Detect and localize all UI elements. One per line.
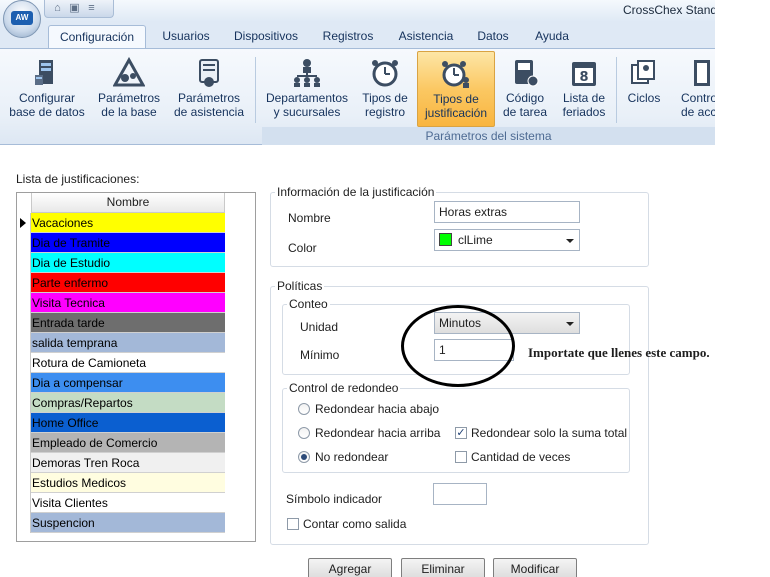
attendance-parameters-button[interactable]: Parámetros de asistencia	[170, 51, 248, 127]
minimum-label: Mínimo	[300, 348, 340, 362]
list-item[interactable]: Vacaciones	[31, 213, 225, 233]
times-checkbox[interactable]	[455, 451, 467, 463]
configure-database-button[interactable]: Configurar base de datos	[6, 51, 88, 127]
tab-configuracion[interactable]: Configuración	[48, 25, 146, 48]
no-round-label[interactable]: No redondear	[315, 450, 388, 464]
row-indicator-gutter	[17, 213, 31, 533]
ribbon-tabs: Configuración Usuarios Dispositivos Regi…	[0, 22, 715, 48]
list-item[interactable]: Visita Tecnica	[31, 293, 225, 313]
count-as-exit-checkbox[interactable]	[287, 518, 299, 530]
sum-only-label[interactable]: Redondear solo la suma total	[471, 426, 627, 440]
scroll-gear-icon	[193, 57, 225, 89]
color-swatch	[439, 233, 452, 246]
color-select-value: clLime	[458, 233, 493, 247]
calendar-8-icon: 8	[568, 57, 600, 89]
color-select[interactable]: clLime	[434, 229, 580, 251]
door-icon	[686, 57, 715, 89]
justification-info-group: Información de la justificación	[270, 185, 649, 267]
name-label: Nombre	[288, 211, 331, 225]
round-down-radio[interactable]	[298, 403, 310, 415]
list-item[interactable]: Dia a compensar	[31, 373, 225, 393]
justification-types-button[interactable]: Tipos de justificación	[417, 51, 495, 127]
ribbon-separator	[616, 57, 617, 123]
list-item[interactable]: Visita Clientes	[31, 493, 225, 513]
add-button[interactable]: Agregar	[308, 558, 392, 577]
home-icon[interactable]: ⌂	[51, 2, 64, 14]
list-item[interactable]: Rotura de Camioneta	[31, 353, 225, 373]
list-item[interactable]: Home Office	[31, 413, 225, 433]
departments-branches-button[interactable]: Departamentos y sucursales	[262, 51, 352, 127]
color-label: Color	[288, 241, 317, 255]
policies-legend: Políticas	[277, 279, 323, 293]
no-round-radio[interactable]	[298, 451, 310, 463]
dropdown-icon[interactable]: ≡	[85, 2, 98, 14]
svg-text:8: 8	[579, 70, 588, 85]
rounding-legend: Control de redondeo	[289, 381, 399, 395]
list-item[interactable]: Dia de Tramite	[31, 233, 225, 253]
round-up-radio[interactable]	[298, 427, 310, 439]
list-item[interactable]: Demoras Tren Roca	[31, 453, 225, 473]
tab-registros[interactable]: Registros	[316, 25, 380, 48]
triangle-gears-icon	[112, 56, 146, 89]
tab-usuarios[interactable]: Usuarios	[154, 25, 218, 48]
ribbon: Configurar base de datos Parámetros de l…	[0, 48, 715, 145]
name-input[interactable]: Horas extras	[434, 201, 580, 223]
org-chart-icon	[291, 57, 323, 89]
count-legend: Conteo	[289, 297, 328, 311]
alarm-clock-icon	[369, 57, 401, 89]
modify-button[interactable]: Modificar	[493, 558, 577, 577]
app-logo: AW	[11, 11, 33, 25]
symbol-label: Símbolo indicador	[286, 492, 383, 506]
list-item[interactable]: Estudios Medicos	[31, 473, 225, 493]
round-down-label[interactable]: Redondear hacia abajo	[315, 402, 439, 416]
justification-grid[interactable]: Nombre Vacaciones Dia de Tramite Dia de Es…	[16, 192, 256, 542]
record-types-button[interactable]: Tipos de registro	[356, 51, 414, 127]
task-code-icon	[509, 57, 541, 89]
cycles-icon	[628, 57, 660, 89]
tab-ayuda[interactable]: Ayuda	[526, 25, 578, 48]
database-server-icon	[31, 57, 63, 89]
task-code-button[interactable]: Código de tarea	[499, 51, 551, 127]
symbol-input[interactable]	[433, 483, 487, 505]
current-row-indicator-icon	[20, 218, 26, 228]
app-menu-orb[interactable]: AW	[3, 0, 41, 38]
justification-list-caption: Lista de justificaciones:	[16, 172, 140, 186]
list-item[interactable]: Empleado de Comercio	[31, 433, 225, 453]
list-item[interactable]: Parte enfermo	[31, 273, 225, 293]
quick-access-toolbar: ⌂ ▣ ≡	[44, 0, 114, 18]
chevron-down-icon	[566, 322, 574, 326]
sum-only-checkbox[interactable]: ✓	[455, 427, 467, 439]
unit-label: Unidad	[300, 320, 339, 334]
round-up-label[interactable]: Redondear hacia arriba	[315, 426, 440, 440]
tab-dispositivos[interactable]: Dispositivos	[226, 25, 306, 48]
list-item[interactable]: salida temprana	[31, 333, 225, 353]
count-as-exit-label[interactable]: Contar como salida	[303, 517, 406, 531]
list-item[interactable]: Suspencion	[31, 513, 225, 533]
tab-asistencia[interactable]: Asistencia	[390, 25, 462, 48]
ribbon-group-caption: Parámetros del sistema	[262, 127, 715, 145]
alarm-clock-person-icon	[440, 58, 472, 90]
ribbon-separator	[255, 57, 256, 123]
list-item[interactable]: Dia de Estudio	[31, 253, 225, 273]
tab-datos[interactable]: Datos	[470, 25, 516, 48]
annotation-note: Importate que llenes este campo.	[528, 345, 710, 360]
access-control-button[interactable]: Control de acce	[672, 51, 715, 127]
database-parameters-button[interactable]: Parámetros de la base	[90, 51, 168, 127]
times-label[interactable]: Cantidad de veces	[471, 450, 570, 464]
window-title: CrossChex Standard	[623, 3, 715, 17]
cycles-button[interactable]: Ciclos	[622, 51, 666, 127]
list-item[interactable]: Entrada tarde	[31, 313, 225, 333]
column-header-nombre[interactable]: Nombre	[31, 193, 225, 213]
device-icon[interactable]: ▣	[68, 2, 81, 14]
delete-button[interactable]: Eliminar	[401, 558, 485, 577]
chevron-down-icon	[566, 239, 574, 243]
list-item[interactable]: Compras/Repartos	[31, 393, 225, 413]
justification-info-legend: Información de la justificación	[277, 185, 435, 199]
holiday-list-button[interactable]: 8 Lista de feriados	[556, 51, 612, 127]
annotation-ellipse	[401, 305, 515, 387]
